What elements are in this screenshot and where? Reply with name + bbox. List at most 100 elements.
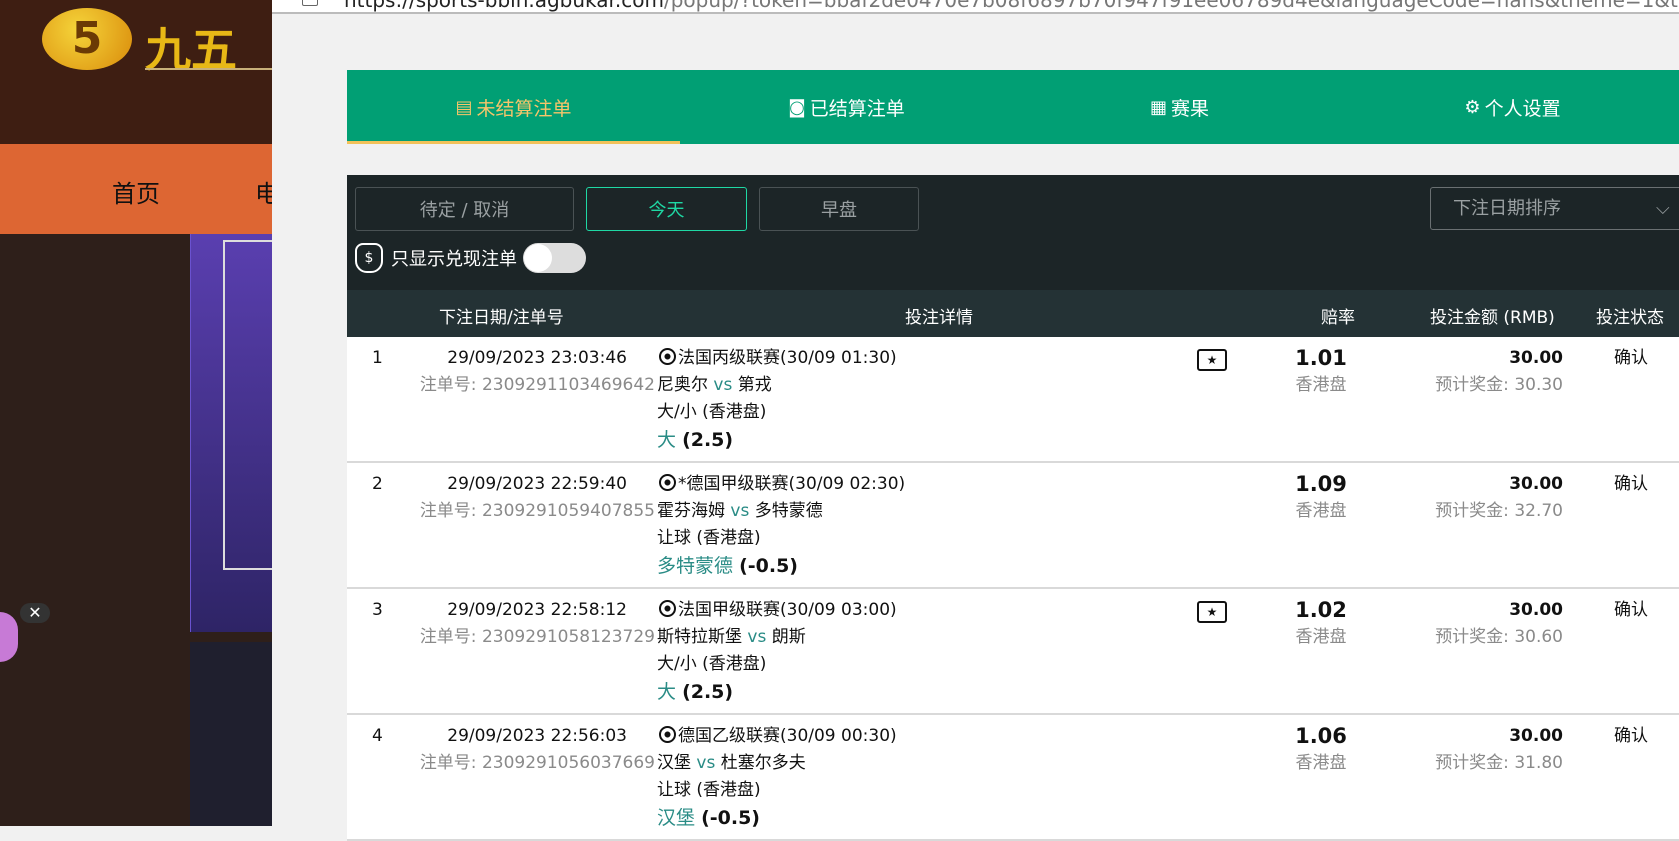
- away-team: 杜塞尔多夫: [720, 753, 806, 773]
- market: 大/小 (香港盘): [657, 402, 767, 422]
- line: (2.5): [682, 429, 734, 451]
- row-number: 3: [372, 600, 383, 620]
- selection: 大 (2.5): [657, 679, 733, 706]
- chat-star-icon[interactable]: ★: [1197, 349, 1227, 371]
- address-bar[interactable]: https://sports-bbin.agbukar.com/popup/?t…: [272, 0, 1679, 14]
- table-row: 1 29/09/2023 23:03:46 注单号: 2309291103469…: [347, 337, 1679, 463]
- soccer-ball-icon: [659, 726, 676, 743]
- nav-electronic[interactable]: 电: [255, 174, 272, 209]
- floating-promo[interactable]: [0, 612, 18, 662]
- col-odds: 赔率: [1321, 308, 1355, 328]
- pick: 大: [657, 429, 677, 451]
- line: (2.5): [682, 681, 734, 703]
- table-row: 2 29/09/2023 22:59:40 注单号: 2309291059407…: [347, 463, 1679, 589]
- tab-label: 赛果: [1171, 97, 1210, 120]
- home-team: 霍芬海姆: [657, 501, 725, 521]
- pending-cancel-button[interactable]: 待定 / 取消: [355, 187, 574, 231]
- cashout-label: 只显示兑现注单: [391, 249, 517, 270]
- order-number: 注单号: 2309291059407855: [419, 501, 655, 521]
- stake: 30.00: [1509, 726, 1563, 746]
- main-tabs: ▤ 未结算注单 ◙ 已结算注单 ▦ 赛果 ⚙ 个人设置: [347, 70, 1679, 144]
- soccer-ball-icon: [659, 348, 676, 365]
- bet-time: 29/09/2023 22:59:40: [447, 474, 627, 494]
- league-name: 法国丙级联赛(30/09 01:30): [678, 348, 897, 368]
- site-nav: 首页 电: [0, 144, 272, 234]
- logo-divider: [145, 68, 272, 70]
- tab-results[interactable]: ▦ 赛果: [1013, 70, 1346, 144]
- odds-value: 1.02: [1295, 598, 1347, 622]
- banner-frame: [223, 240, 272, 570]
- casino-banner[interactable]: [190, 642, 272, 826]
- odds-value: 1.06: [1295, 724, 1347, 748]
- vs-label: vs: [696, 753, 716, 773]
- background-site: 5 九五 首页 电 ✕: [0, 0, 272, 826]
- vs-label: vs: [747, 627, 767, 647]
- sort-dropdown[interactable]: 下注日期排序 ⌵: [1430, 187, 1679, 230]
- tab-unsettled[interactable]: ▤ 未结算注单: [347, 70, 680, 144]
- pick: 大: [657, 681, 677, 703]
- page-info-icon[interactable]: [302, 0, 318, 6]
- market: 让球 (香港盘): [657, 528, 761, 548]
- tab-label: 个人设置: [1484, 97, 1561, 120]
- close-promo-button[interactable]: ✕: [20, 603, 50, 623]
- col-date: 下注日期/注单号: [439, 308, 564, 328]
- odds-value: 1.09: [1295, 472, 1347, 496]
- league: 法国丙级联赛(30/09 01:30): [659, 345, 897, 372]
- nav-home[interactable]: 首页: [112, 174, 160, 209]
- chat-star-icon[interactable]: ★: [1197, 601, 1227, 623]
- order-number: 注单号: 2309291058123729: [419, 627, 655, 647]
- col-detail: 投注详情: [905, 308, 973, 328]
- table-row: 3 29/09/2023 22:58:12 注单号: 2309291058123…: [347, 589, 1679, 715]
- odds-type: 香港盘: [1295, 375, 1347, 395]
- col-amount: 投注金额 (RMB): [1430, 308, 1555, 328]
- scoreboard-icon: ▦: [1149, 96, 1167, 118]
- home-team: 汉堡: [657, 753, 691, 773]
- pick: 多特蒙德: [657, 555, 734, 577]
- league: *德国甲级联赛(30/09 02:30): [659, 471, 905, 498]
- line: (-0.5): [739, 555, 798, 577]
- settled-icon: ◙: [788, 96, 806, 118]
- soccer-ball-icon: [659, 600, 676, 617]
- receipt-icon: ▤: [455, 96, 473, 118]
- selection: 大 (2.5): [657, 427, 733, 454]
- url-text[interactable]: https://sports-bbin.agbukar.com/popup/?t…: [344, 0, 1679, 12]
- table-header: 下注日期/注单号 投注详情 赔率 投注金额 (RMB) 投注状态: [347, 290, 1679, 337]
- sort-value: 下注日期排序: [1453, 198, 1561, 219]
- est-payout: 预计奖金: 31.80: [1435, 753, 1563, 773]
- table-row: 4 29/09/2023 22:56:03 注单号: 2309291056037…: [347, 715, 1679, 841]
- league: 法国甲级联赛(30/09 03:00): [659, 597, 897, 624]
- site-logo[interactable]: 5: [42, 8, 132, 70]
- tab-settled[interactable]: ◙ 已结算注单: [680, 70, 1013, 144]
- odds-type: 香港盘: [1295, 627, 1347, 647]
- stake: 30.00: [1509, 348, 1563, 368]
- stake: 30.00: [1509, 474, 1563, 494]
- bet-time: 29/09/2023 22:58:12: [447, 600, 627, 620]
- bet-status: 确认: [1614, 348, 1648, 368]
- est-payout: 预计奖金: 30.60: [1435, 627, 1563, 647]
- bet-time: 29/09/2023 22:56:03: [447, 726, 627, 746]
- money-bag-icon: $: [355, 243, 383, 273]
- cashout-toggle[interactable]: [523, 243, 586, 273]
- odds-value: 1.01: [1295, 346, 1347, 370]
- row-number: 2: [372, 474, 383, 494]
- odds-type: 香港盘: [1295, 501, 1347, 521]
- home-team: 尼奥尔: [657, 375, 708, 395]
- order-number: 注单号: 2309291103469642: [419, 375, 655, 395]
- away-team: 朗斯: [771, 627, 806, 647]
- tab-settings[interactable]: ⚙ 个人设置: [1346, 70, 1679, 144]
- market: 让球 (香港盘): [657, 780, 761, 800]
- vs-label: vs: [713, 375, 733, 395]
- stake: 30.00: [1509, 600, 1563, 620]
- match: 霍芬海姆 vs 多特蒙德: [657, 498, 823, 525]
- filter-panel: 待定 / 取消 今天 早盘 下注日期排序 ⌵ $ 只显示兑现注单: [347, 175, 1679, 290]
- match: 汉堡 vs 杜塞尔多夫: [657, 750, 806, 777]
- early-market-button[interactable]: 早盘: [759, 187, 919, 231]
- today-button[interactable]: 今天: [586, 187, 747, 231]
- bet-status: 确认: [1614, 600, 1648, 620]
- league-name: 法国甲级联赛(30/09 03:00): [678, 600, 897, 620]
- selection: 汉堡 (-0.5): [657, 805, 760, 832]
- cashout-filter: $ 只显示兑现注单: [355, 240, 586, 276]
- soccer-ball-icon: [659, 474, 676, 491]
- bet-time: 29/09/2023 23:03:46: [447, 348, 627, 368]
- tab-label: 已结算注单: [809, 97, 905, 120]
